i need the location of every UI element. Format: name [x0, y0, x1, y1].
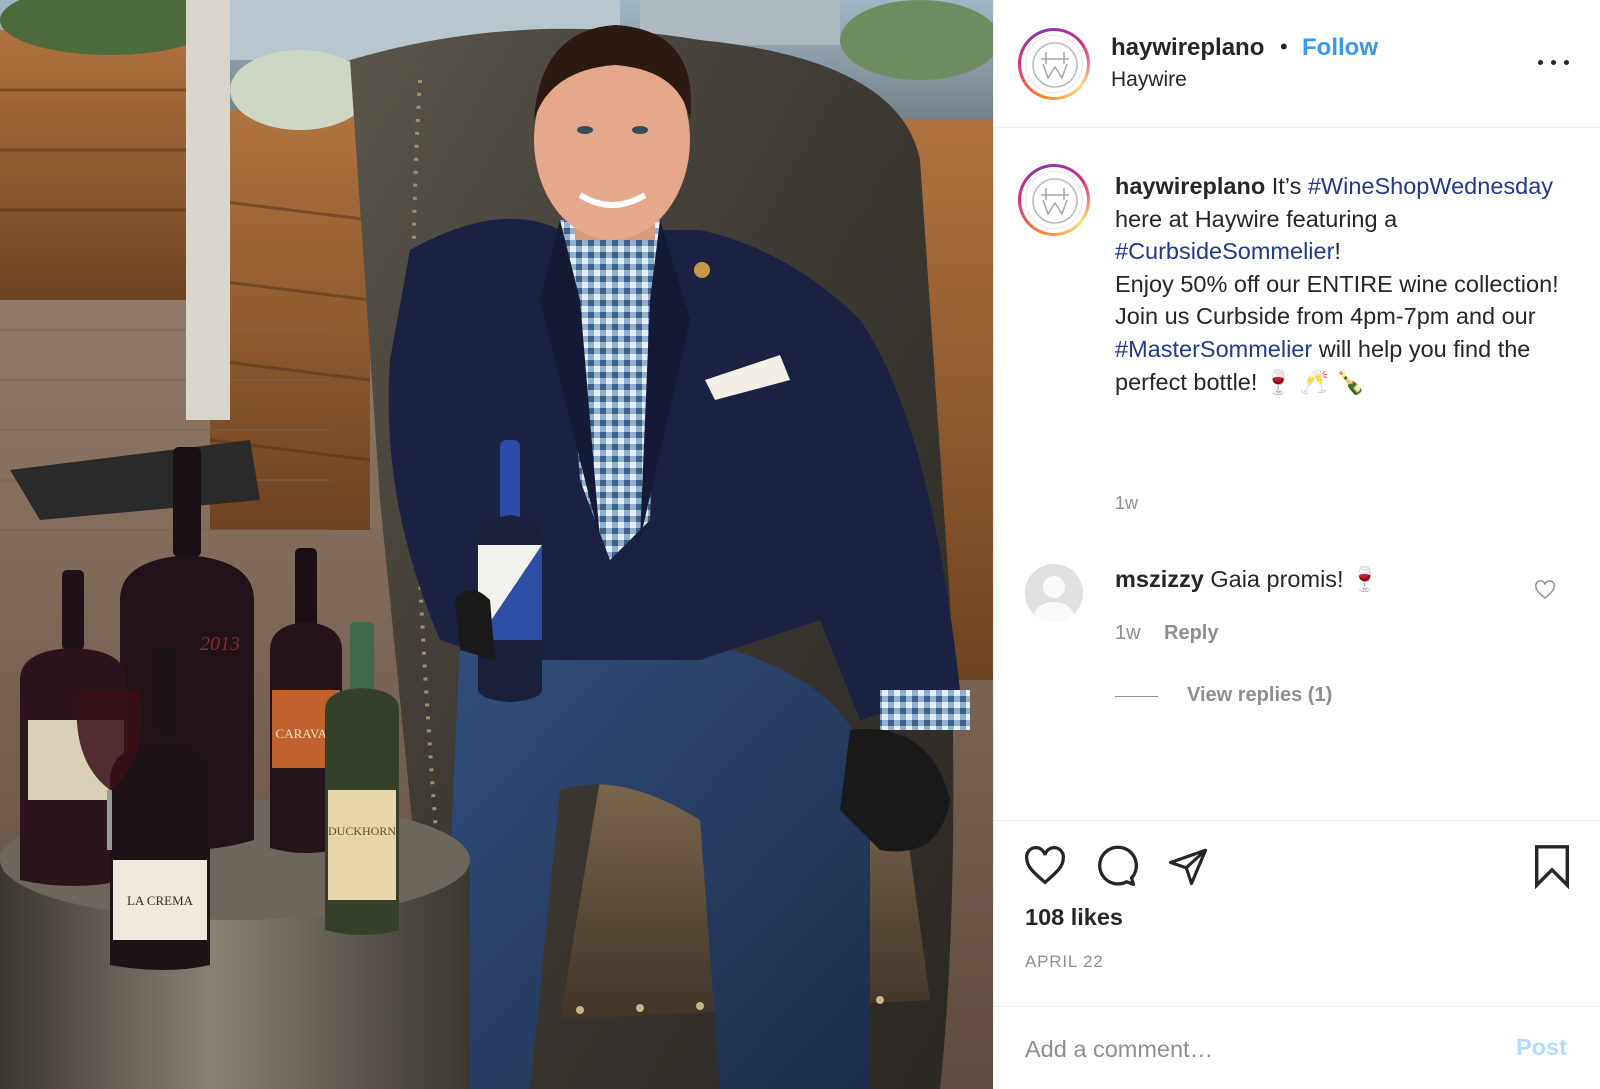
replies-divider: [1115, 696, 1158, 697]
add-comment-input[interactable]: [1025, 1031, 1465, 1067]
post-photo[interactable]: 2013 CARAVAN DUCKHORN LA CREMA: [0, 0, 993, 1089]
author-username[interactable]: haywireplano: [1111, 34, 1264, 62]
caption-text: here at Haywire featuring a: [1115, 205, 1398, 232]
header-separator: •: [1280, 34, 1288, 59]
author-subtitle[interactable]: Haywire: [1111, 68, 1187, 92]
caption-text: It’s: [1265, 173, 1308, 199]
add-comment-bar: Post: [994, 1006, 1600, 1089]
post-detail-panel: haywireplano • Follow Haywire haywirepla…: [993, 0, 1600, 1089]
post-date[interactable]: APRIL 22: [1025, 952, 1104, 972]
comment-bubble-icon[interactable]: [1094, 844, 1138, 893]
haywire-logo-icon: [1032, 178, 1078, 224]
more-options-icon[interactable]: [1534, 50, 1574, 74]
save-bookmark-icon[interactable]: [1532, 843, 1572, 894]
comment-text: Gaia promis! 🍷: [1203, 566, 1380, 592]
duckhorn-label: DUCKHORN: [328, 824, 396, 838]
post-header: haywireplano • Follow Haywire: [994, 0, 1600, 128]
caption-username[interactable]: haywireplano: [1115, 173, 1265, 199]
author-avatar[interactable]: [1018, 28, 1090, 100]
haywire-logo-icon: [1032, 42, 1078, 88]
comment-timestamp[interactable]: 1w: [1115, 622, 1141, 645]
post-caption: haywireplano It’s #WineShopWednesday her…: [1115, 170, 1575, 398]
default-avatar-icon: [1025, 564, 1083, 622]
post-comment-button[interactable]: Post: [1516, 1034, 1567, 1061]
la-crema-label: LA CREMA: [127, 893, 194, 908]
caption-timestamp[interactable]: 1w: [1115, 493, 1138, 514]
like-heart-icon[interactable]: [1023, 846, 1067, 891]
reply-button[interactable]: Reply: [1164, 622, 1218, 645]
comment-username[interactable]: mszizzy: [1115, 566, 1204, 592]
comment-body: mszizzy Gaia promis! 🍷: [1115, 565, 1379, 593]
actions-divider: [994, 820, 1600, 821]
hashtag-link[interactable]: #CurbsideSommelier: [1115, 238, 1334, 264]
photo-illustration: 2013 CARAVAN DUCKHORN LA CREMA: [0, 0, 993, 1089]
caption-text: !: [1334, 238, 1341, 265]
share-paper-plane-icon[interactable]: [1166, 845, 1210, 892]
bottle-year-label: 2013: [200, 633, 240, 655]
hashtag-link[interactable]: #MasterSommelier: [1115, 336, 1312, 362]
caption-text: Join us Curbside from 4pm-7pm and our: [1115, 303, 1536, 330]
hashtag-link[interactable]: #WineShopWednesday: [1308, 173, 1553, 199]
caption-author-avatar[interactable]: [1018, 164, 1090, 236]
commenter-avatar[interactable]: [1025, 564, 1083, 622]
follow-button[interactable]: Follow: [1302, 34, 1378, 62]
caption-text: Enjoy 50% off our ENTIRE wine collection…: [1115, 270, 1559, 297]
likes-count[interactable]: 108 likes: [1025, 904, 1123, 931]
comment-like-icon[interactable]: [1534, 580, 1556, 600]
view-replies-button[interactable]: View replies (1): [1187, 684, 1332, 707]
